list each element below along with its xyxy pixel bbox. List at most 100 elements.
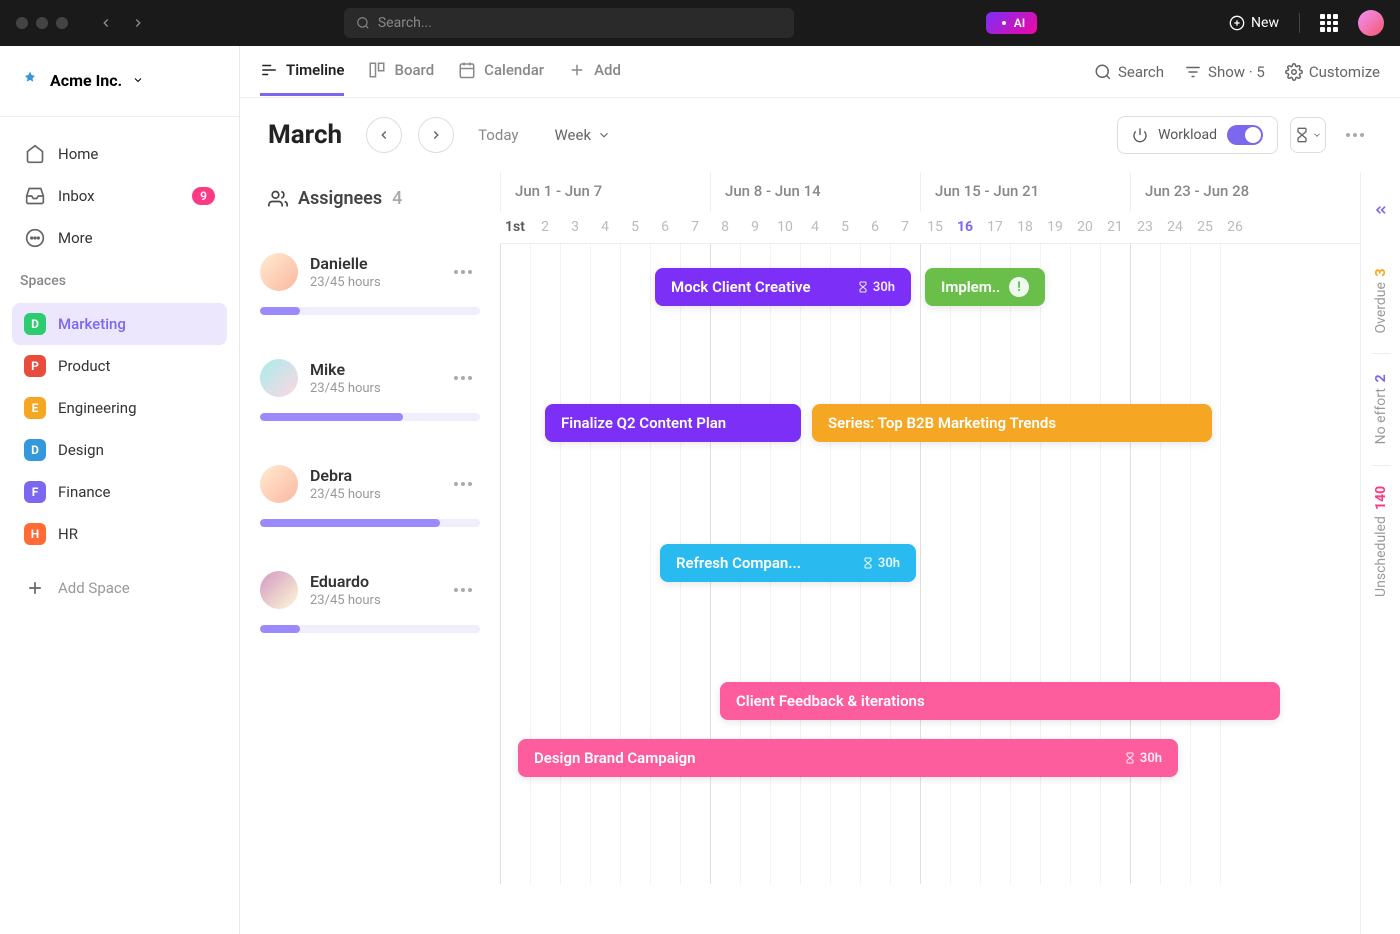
- group-by-button[interactable]: [1290, 117, 1326, 153]
- task-bar[interactable]: Mock Client Creative30h: [655, 268, 911, 306]
- space-item-finance[interactable]: FFinance: [12, 471, 227, 513]
- customize-button[interactable]: Customize: [1285, 63, 1380, 81]
- assignee-column: Assignees 4 Danielle 23/45 hours Mike 23…: [240, 172, 500, 934]
- day-label: 8: [710, 212, 740, 242]
- space-item-hr[interactable]: HHR: [12, 513, 227, 555]
- next-period[interactable]: [418, 117, 454, 153]
- alert-icon: !: [1009, 277, 1029, 297]
- calendar-icon: [458, 61, 476, 79]
- day-label: 17: [980, 212, 1010, 242]
- assignee-name: Danielle: [310, 254, 381, 273]
- assignee-header[interactable]: Assignees 4: [260, 172, 480, 225]
- workload-toggle[interactable]: Workload: [1117, 116, 1278, 154]
- sidebar-item-more[interactable]: More: [12, 217, 227, 259]
- window-controls: [16, 17, 68, 29]
- task-bar[interactable]: Series: Top B2B Marketing Trends: [812, 404, 1212, 442]
- power-icon: [1132, 127, 1148, 143]
- day-label: 23: [1130, 212, 1160, 242]
- chevron-down-icon: [1312, 130, 1322, 140]
- hourglass-icon: [1294, 127, 1310, 143]
- new-button[interactable]: New: [1229, 15, 1279, 31]
- nav-forward[interactable]: [124, 9, 152, 37]
- task-label: Client Feedback & iterations: [736, 692, 925, 710]
- day-label: 7: [890, 212, 920, 242]
- nav-arrows: [92, 9, 152, 37]
- task-bar[interactable]: Design Brand Campaign 30h: [518, 739, 1178, 777]
- workload-bar: [260, 413, 480, 421]
- task-hours: 30h: [857, 280, 895, 295]
- sparkle-icon: [998, 17, 1010, 29]
- day-label: 10: [770, 212, 800, 242]
- assignee-avatar[interactable]: [260, 359, 298, 397]
- day-label: 5: [830, 212, 860, 242]
- day-label: 5: [620, 212, 650, 242]
- prev-period[interactable]: [366, 117, 402, 153]
- tab-add[interactable]: Add: [568, 47, 621, 96]
- space-item-design[interactable]: DDesign: [12, 429, 227, 471]
- add-space-button[interactable]: Add Space: [12, 567, 227, 609]
- main-content: Timeline Board Calendar Add Search: [240, 46, 1400, 934]
- space-badge: H: [24, 523, 46, 545]
- ai-button[interactable]: AI: [986, 12, 1037, 34]
- tab-board[interactable]: Board: [368, 47, 434, 96]
- assignee-avatar[interactable]: [260, 253, 298, 291]
- user-avatar[interactable]: [1358, 10, 1384, 36]
- assignee-more[interactable]: [446, 262, 480, 282]
- assignee-more[interactable]: [446, 580, 480, 600]
- more-options[interactable]: [1338, 125, 1372, 145]
- assignee-avatar[interactable]: [260, 571, 298, 609]
- assignee-hours: 23/45 hours: [310, 275, 381, 290]
- apps-menu[interactable]: [1320, 14, 1338, 32]
- rail-no-effort[interactable]: No effort 2: [1373, 354, 1389, 464]
- day-label: 1st: [500, 212, 530, 242]
- task-bar[interactable]: Implem..!: [925, 268, 1045, 306]
- week-label: Jun 8 - Jun 14: [710, 172, 920, 212]
- close-window[interactable]: [16, 17, 28, 29]
- today-button[interactable]: Today: [478, 126, 518, 144]
- search-icon: [356, 16, 370, 30]
- more-icon: [24, 227, 46, 249]
- space-item-engineering[interactable]: EEngineering: [12, 387, 227, 429]
- day-label: 2: [530, 212, 560, 242]
- workload-switch[interactable]: [1227, 125, 1263, 145]
- rail-overdue[interactable]: Overdue 3: [1373, 248, 1389, 353]
- search-button[interactable]: Search: [1094, 63, 1164, 81]
- workload-bar: [260, 307, 480, 315]
- space-item-product[interactable]: PProduct: [12, 345, 227, 387]
- view-granularity[interactable]: Week: [554, 126, 611, 144]
- show-button[interactable]: Show · 5: [1184, 63, 1265, 81]
- rail-unscheduled[interactable]: Unscheduled 140: [1373, 466, 1389, 617]
- day-label: 7: [680, 212, 710, 242]
- day-label: 19: [1040, 212, 1070, 242]
- sidebar-item-home[interactable]: Home: [12, 133, 227, 175]
- task-hours: 30h: [1124, 751, 1162, 766]
- collapse-rail[interactable]: [1373, 202, 1389, 218]
- space-item-marketing[interactable]: DMarketing: [12, 303, 227, 345]
- task-label: Series: Top B2B Marketing Trends: [828, 414, 1056, 432]
- inbox-badge: 9: [192, 187, 215, 205]
- minimize-window[interactable]: [36, 17, 48, 29]
- assignee-hours: 23/45 hours: [310, 487, 381, 502]
- task-bar[interactable]: Client Feedback & iterations: [720, 682, 1280, 720]
- assignee-more[interactable]: [446, 474, 480, 494]
- space-badge: D: [24, 439, 46, 461]
- task-bar[interactable]: Finalize Q2 Content Plan: [545, 404, 801, 442]
- tab-timeline[interactable]: Timeline: [260, 47, 344, 96]
- maximize-window[interactable]: [56, 17, 68, 29]
- nav-back[interactable]: [92, 9, 120, 37]
- workspace-switcher[interactable]: Acme Inc.: [0, 62, 239, 106]
- space-badge: D: [24, 313, 46, 335]
- assignee-avatar[interactable]: [260, 465, 298, 503]
- board-icon: [368, 61, 386, 79]
- day-label: 20: [1070, 212, 1100, 242]
- right-rail: Overdue 3 No effort 2 Unscheduled 140: [1360, 172, 1400, 934]
- assignee-more[interactable]: [446, 368, 480, 388]
- gantt-body[interactable]: Mock Client Creative30h Implem..! Finalize…: [500, 244, 1360, 884]
- sidebar-item-inbox[interactable]: Inbox 9: [12, 175, 227, 217]
- tab-calendar[interactable]: Calendar: [458, 47, 544, 96]
- task-bar[interactable]: Refresh Compan...30h: [660, 544, 916, 582]
- sidebar: Acme Inc. Home Inbox 9 More Spaces DMark…: [0, 46, 240, 934]
- task-label: Finalize Q2 Content Plan: [561, 414, 726, 432]
- task-label: Design Brand Campaign: [534, 749, 696, 767]
- global-search[interactable]: Search...: [344, 8, 794, 38]
